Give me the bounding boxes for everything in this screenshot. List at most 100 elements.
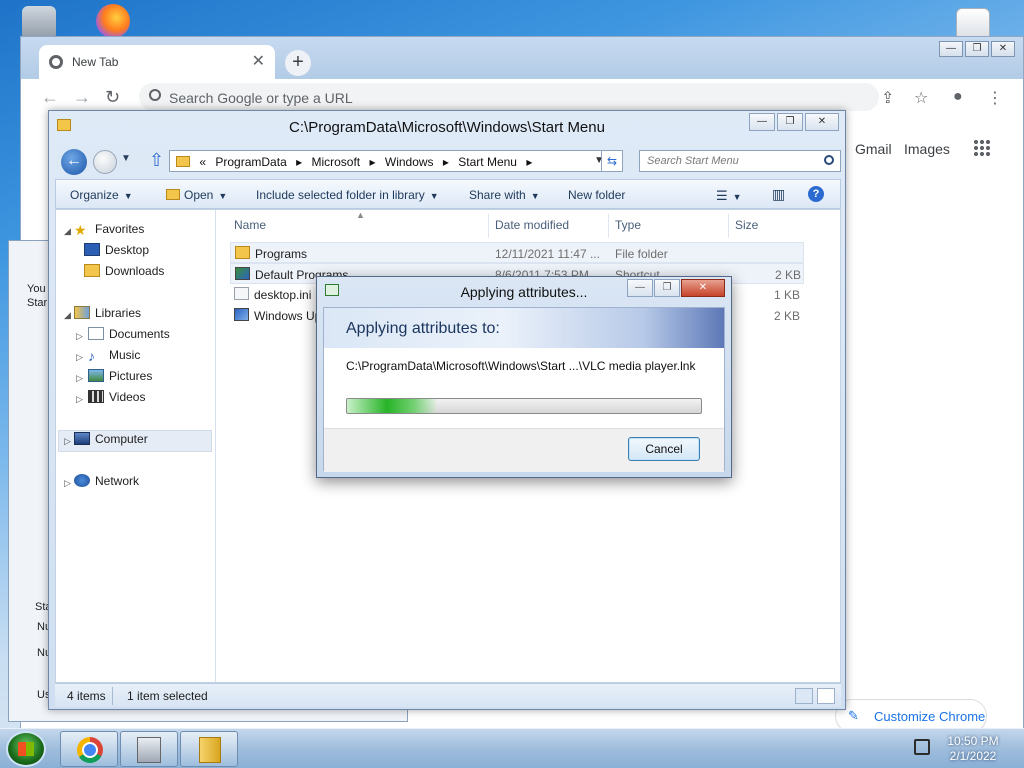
omnibox[interactable]: Search Google or type a URL (139, 83, 879, 111)
nav-network[interactable]: Network (74, 474, 139, 488)
nav-pictures[interactable]: Pictures (88, 369, 152, 383)
nav-computer[interactable]: Computer (74, 432, 148, 446)
nav-label: Favorites (95, 222, 145, 236)
close-button[interactable]: ✕ (991, 41, 1015, 57)
up-arrow-icon[interactable]: ⇧ (149, 150, 164, 171)
expand-icon[interactable]: ◢ (64, 226, 71, 237)
file-row[interactable]: Programs 12/11/2021 11:47 ... File folde… (230, 242, 804, 263)
dialog-footer: Cancel (324, 428, 724, 472)
breadcrumb-separator[interactable]: ▸ (526, 155, 532, 169)
address-bar[interactable]: « ProgramData ▸ Microsoft ▸ Windows ▸ St… (169, 150, 609, 172)
help-icon[interactable]: ? (808, 186, 824, 202)
expand-icon[interactable]: ▷ (64, 436, 71, 447)
breadcrumb-item[interactable]: Windows (385, 155, 434, 169)
taskbar: 10:50 PM 2/1/2022 (0, 728, 1024, 768)
column-header-type[interactable]: Type (615, 218, 641, 232)
bookmark-star-icon[interactable]: ☆ (914, 88, 928, 108)
tab-close-icon[interactable]: ✕ (252, 51, 265, 71)
profile-avatar-icon[interactable]: ● (953, 88, 963, 106)
forward-arrow-icon[interactable]: → (73, 87, 91, 108)
expand-icon[interactable]: ▷ (76, 352, 83, 363)
new-folder-button[interactable]: New folder (568, 188, 625, 202)
videos-icon (88, 390, 104, 403)
column-header-name[interactable]: Name (234, 218, 266, 232)
firefox-icon[interactable] (96, 4, 130, 38)
search-input[interactable]: Search Start Menu (639, 150, 841, 172)
minimize-button[interactable]: — (939, 41, 963, 57)
taskbar-system-button[interactable] (120, 731, 178, 767)
nav-music[interactable]: ♪ Music (88, 348, 140, 364)
dialog-window-controls: — ❐ ✕ (627, 279, 725, 297)
selection-count: 1 item selected (127, 689, 208, 703)
clock[interactable]: 10:50 PM 2/1/2022 (940, 734, 1006, 764)
column-divider[interactable] (728, 214, 729, 238)
back-arrow-icon[interactable]: ← (41, 87, 59, 108)
recycle-bin-icon[interactable] (22, 6, 56, 40)
breadcrumb-overflow[interactable]: « (199, 155, 206, 169)
share-icon[interactable]: ⇪ (881, 88, 894, 108)
preview-pane-icon[interactable]: ▥ (772, 186, 785, 203)
breadcrumb-separator[interactable]: ▸ (370, 155, 376, 169)
forward-button[interactable] (93, 150, 117, 174)
view-options-icon[interactable]: ☰ ▼ (716, 188, 742, 204)
tab-title: New Tab (72, 55, 119, 69)
reload-icon[interactable]: ↻ (105, 87, 120, 108)
expand-icon[interactable]: ▷ (76, 394, 83, 405)
column-divider[interactable] (608, 214, 609, 238)
maximize-button[interactable]: ❐ (654, 279, 680, 297)
breadcrumb-item[interactable]: Start Menu (458, 155, 517, 169)
close-button[interactable]: ✕ (805, 113, 839, 131)
nav-desktop[interactable]: Desktop (84, 243, 149, 257)
expand-icon[interactable]: ▷ (76, 373, 83, 384)
open-menu[interactable]: Open ▼ (166, 188, 227, 202)
network-tray-icon[interactable] (914, 739, 930, 755)
tab-new-tab[interactable]: New Tab ✕ (39, 45, 275, 79)
organize-menu[interactable]: Organize ▼ (70, 188, 133, 202)
chevron-down-icon: ▼ (429, 191, 439, 201)
taskbar-explorer-button[interactable] (180, 731, 238, 767)
include-library-menu[interactable]: Include selected folder in library ▼ (256, 188, 439, 202)
status-bar: 4 items 1 item selected (55, 683, 841, 707)
explorer-folder-icon (199, 737, 221, 763)
new-tab-button[interactable]: + (285, 50, 311, 76)
breadcrumb-separator[interactable]: ▸ (443, 155, 449, 169)
pictures-icon (88, 369, 104, 382)
nav-favorites[interactable]: ★ Favorites (74, 222, 145, 238)
music-icon: ♪ (88, 348, 95, 364)
refresh-icon[interactable]: ⇆ (601, 150, 623, 172)
back-button[interactable]: ← (61, 149, 87, 175)
breadcrumb-item[interactable]: ProgramData (215, 155, 286, 169)
minimize-button[interactable]: — (749, 113, 775, 131)
google-apps-icon[interactable] (973, 139, 991, 157)
images-link[interactable]: Images (904, 141, 950, 157)
nav-documents[interactable]: Documents (88, 327, 170, 341)
taskbar-chrome-button[interactable] (60, 731, 118, 767)
expand-icon[interactable]: ▷ (64, 478, 71, 489)
file-size: 2 KB (775, 268, 802, 282)
nav-videos[interactable]: Videos (88, 390, 145, 404)
minimize-button[interactable]: — (627, 279, 653, 297)
share-with-menu[interactable]: Share with ▼ (469, 188, 540, 202)
expand-icon[interactable]: ◢ (64, 310, 71, 321)
history-dropdown-icon[interactable]: ▼ (121, 153, 131, 164)
shortcut-icon (234, 308, 249, 321)
column-divider[interactable] (488, 214, 489, 238)
menu-dots-icon[interactable]: ⋮ (987, 88, 1003, 108)
restore-button[interactable]: ❐ (965, 41, 989, 57)
breadcrumb-separator[interactable]: ▸ (296, 155, 302, 169)
restore-button[interactable]: ❐ (777, 113, 803, 131)
start-button[interactable] (6, 731, 46, 767)
details-view-icon[interactable] (795, 688, 813, 704)
breadcrumb-item[interactable]: Microsoft (311, 155, 360, 169)
close-button[interactable]: ✕ (681, 279, 725, 297)
network-icon (74, 474, 90, 487)
cancel-button[interactable]: Cancel (628, 437, 700, 461)
nav-downloads[interactable]: Downloads (84, 264, 164, 278)
nav-libraries[interactable]: Libraries (74, 306, 141, 320)
column-header-size[interactable]: Size (735, 218, 758, 232)
expand-icon[interactable]: ▷ (76, 331, 83, 342)
column-header-date[interactable]: Date modified (495, 218, 569, 232)
folder-icon (166, 189, 180, 200)
large-icons-view-icon[interactable] (817, 688, 835, 704)
gmail-link[interactable]: Gmail (855, 141, 892, 157)
